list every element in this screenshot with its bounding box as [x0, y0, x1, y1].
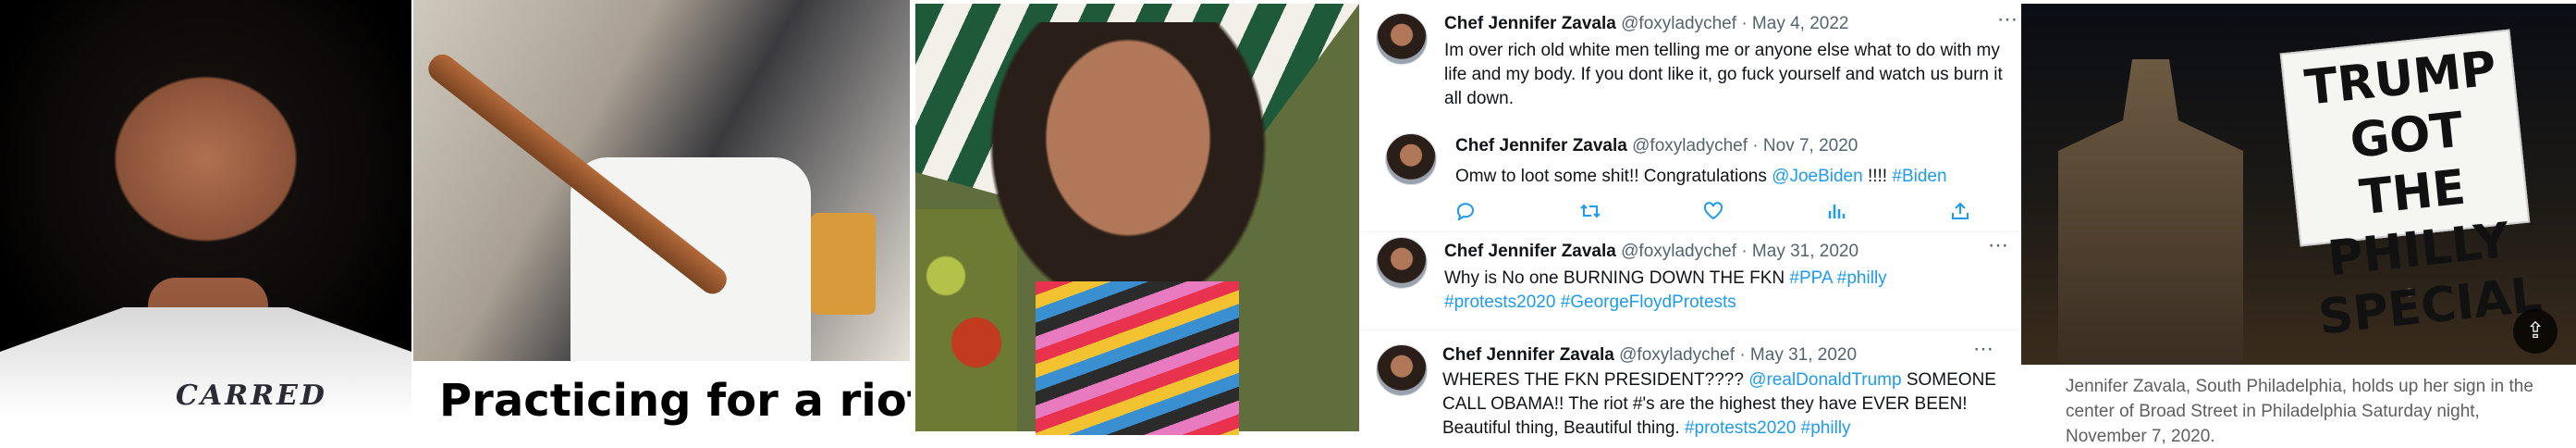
tweet-handle[interactable]: @foxyladychef — [1621, 14, 1736, 33]
tweet-date[interactable]: · Nov 7, 2020 — [1752, 136, 1858, 156]
kitchen-photo — [413, 0, 910, 361]
tweet-3[interactable]: ⋯ Chef Jennifer Zavala @foxyladychef · M… — [1363, 233, 2019, 326]
protest-photo-panel: TRUMP GOT THE PHILLY SPECIAL ⇪ Jennifer … — [2021, 0, 2576, 448]
protest-sign: TRUMP GOT THE PHILLY SPECIAL — [2279, 29, 2545, 346]
tweet-screenshots: ⋯ Chef Jennifer Zavala @foxyladychef · M… — [1363, 0, 2019, 448]
market-photo-panel — [915, 0, 1359, 435]
striped-top — [1036, 281, 1239, 435]
avatar[interactable] — [1376, 344, 1428, 396]
reply-icon[interactable] — [1455, 202, 1579, 226]
tweet-date[interactable]: · May 31, 2020 — [1741, 242, 1858, 261]
hashtag-link[interactable]: #PPA — [1789, 268, 1832, 288]
tweet-handle[interactable]: @foxyladychef — [1621, 242, 1736, 261]
tweet-author-name[interactable]: Chef Jennifer Zavala — [1444, 14, 1616, 33]
share-icon[interactable]: ⇪ — [2513, 309, 2558, 354]
tweet-text-part: WHERES THE FKN PRESIDENT???? — [1442, 370, 1749, 390]
tweet-text-part: !!!! — [1862, 167, 1893, 186]
tweet-text-part: Omw to loot some shit!! Congratulations — [1455, 167, 1773, 186]
hashtag-link[interactable]: #philly — [1801, 418, 1851, 438]
tweet-text: Omw to loot some shit!! Congratulations … — [1455, 165, 2010, 189]
city-hall-building — [2058, 59, 2243, 365]
tweet-text-part: Why is No one BURNING DOWN THE FKN — [1444, 268, 1790, 288]
tweet-author-name[interactable]: Chef Jennifer Zavala — [1455, 136, 1627, 156]
rolling-pin-panel: Practicing for a riot? — [411, 0, 911, 448]
portrait-photo: CARRED — [0, 0, 411, 418]
tweet-text: Why is No one BURNING DOWN THE FKN #PPA … — [1444, 267, 1999, 315]
hashtag-link[interactable]: #GeorgeFloydProtests — [1561, 292, 1736, 312]
views-icon[interactable] — [1827, 202, 1951, 226]
divider — [1363, 231, 2019, 232]
avatar[interactable] — [1376, 13, 1428, 65]
hashtag-link[interactable]: #protests2020 — [1444, 292, 1555, 312]
tweet-author-name[interactable]: Chef Jennifer Zavala — [1442, 345, 1614, 365]
tweet-author-name[interactable]: Chef Jennifer Zavala — [1444, 242, 1616, 261]
tweet-text: WHERES THE FKN PRESIDENT???? @realDonald… — [1442, 368, 1997, 441]
honey-jar — [811, 213, 876, 315]
like-icon[interactable] — [1703, 202, 1827, 226]
mention-link[interactable]: @JoeBiden — [1772, 167, 1863, 186]
neck-tattoo-text: CARRED — [176, 380, 327, 412]
tweet-date[interactable]: · May 4, 2022 — [1741, 14, 1848, 33]
avatar[interactable] — [1376, 237, 1428, 289]
tweet-4[interactable]: ⋯ Chef Jennifer Zavala @foxyladychef · M… — [1363, 331, 2019, 448]
tweet-1[interactable]: ⋯ Chef Jennifer Zavala @foxyladychef · M… — [1363, 0, 2019, 130]
tweet-handle[interactable]: @foxyladychef — [1619, 345, 1735, 365]
retweet-icon[interactable] — [1579, 202, 1703, 226]
hashtag-link[interactable]: #Biden — [1892, 167, 1946, 186]
meme-caption: Practicing for a riot? — [439, 375, 911, 427]
tweet-handle[interactable]: @foxyladychef — [1632, 136, 1748, 156]
share-icon[interactable] — [1951, 202, 2019, 226]
market-photo — [915, 4, 1359, 435]
photo-caption: Jennifer Zavala, South Philadelphia, hol… — [2066, 377, 2533, 446]
tweet-text: Im over rich old white men telling me or… — [1444, 41, 2003, 108]
hashtag-link[interactable]: #protests2020 — [1685, 418, 1796, 438]
hashtag-link[interactable]: #philly — [1837, 268, 1887, 288]
sign-text: TRUMP GOT THE PHILLY SPECIAL — [2301, 41, 2545, 346]
tweet-action-bar — [1455, 202, 2019, 226]
tweet-date[interactable]: · May 31, 2020 — [1739, 345, 1857, 365]
avatar[interactable] — [1385, 133, 1437, 185]
protest-photo: TRUMP GOT THE PHILLY SPECIAL ⇪ — [2021, 4, 2576, 365]
mention-link[interactable]: @realDonaldTrump — [1748, 370, 1901, 390]
